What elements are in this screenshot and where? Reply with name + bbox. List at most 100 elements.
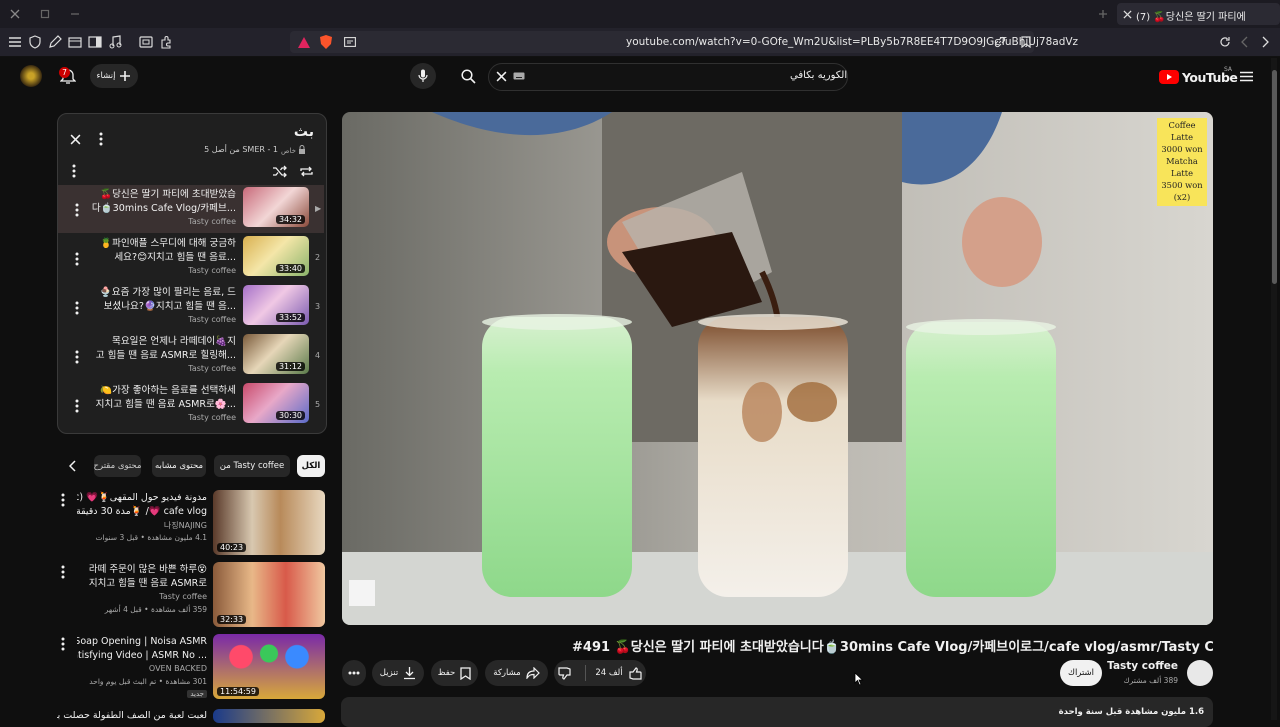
forward-icon[interactable] <box>1258 34 1272 50</box>
item-more-icon[interactable] <box>73 397 81 417</box>
playlist-item-number: 4 <box>315 351 321 360</box>
screenshot-icon[interactable] <box>137 33 155 51</box>
duration-badge: 30:30 <box>275 411 305 420</box>
subscriber-count: 389 ألف مشترك <box>1123 676 1178 685</box>
tab-close-icon[interactable] <box>1121 8 1133 20</box>
download-button[interactable]: تنزيل <box>372 660 424 686</box>
playlist-item-thumbnail[interactable]: 34:32 <box>243 187 309 227</box>
window-close-icon[interactable] <box>8 7 22 21</box>
duration-badge: 33:40 <box>275 264 305 273</box>
related-video[interactable]: Soap Opening | Noisa ASMR |... Satisfyin… <box>57 634 327 704</box>
region-code: SA <box>1224 66 1233 73</box>
playlist-item-channel: Tasty coffee <box>188 315 236 324</box>
video-title: #491 🍒당신은 딸기 파티에 초대받았습니다🍵30mins Cafe Vlo… <box>572 640 1213 655</box>
save-button[interactable]: حفظ <box>431 660 478 686</box>
playlist-item-thumbnail[interactable]: 30:30 <box>243 383 309 423</box>
playlist-item[interactable]: 당신은 딸기 파티에 초대받았습🍒 ...다🍵30mins Cafe Vlog/카… <box>58 185 324 233</box>
related-video-thumbnail[interactable]: 40:23 <box>213 490 325 555</box>
related-video-thumbnail[interactable]: 11:54:59 <box>213 634 325 699</box>
more-actions-button[interactable] <box>342 660 366 686</box>
related-more-icon[interactable] <box>59 491 67 511</box>
item-more-icon[interactable] <box>73 299 81 319</box>
playlist-item-number: 2 <box>315 253 321 262</box>
reload-icon[interactable] <box>1217 34 1233 50</box>
like-icon[interactable] <box>628 666 642 680</box>
link-icon[interactable] <box>992 34 1008 50</box>
duration-badge: 34:32 <box>275 215 305 224</box>
keyboard-icon[interactable] <box>512 71 526 81</box>
related-video-thumbnail[interactable]: 32:33 <box>213 562 325 627</box>
new-tab-icon[interactable] <box>1096 7 1110 21</box>
like-divider <box>585 665 587 681</box>
related-video-meta: 359 ألف مشاهدة • قبل 4 أشهر <box>104 605 207 614</box>
window-maximize-icon[interactable] <box>38 7 52 21</box>
chip-related[interactable]: محتوى مشابه <box>152 455 206 477</box>
chip-from-channel[interactable]: من Tasty coffee <box>214 455 290 477</box>
share-label: مشاركة <box>493 668 521 678</box>
related-video-channel: 나징NAJING <box>163 521 207 530</box>
browser-tab-strip <box>0 0 1280 28</box>
guide-menu-icon[interactable] <box>1238 68 1254 84</box>
tabs-icon[interactable] <box>66 33 84 51</box>
playlist-more-icon[interactable] <box>97 130 105 150</box>
related-more-icon[interactable] <box>59 563 67 583</box>
video-player[interactable] <box>342 112 1213 625</box>
music-icon[interactable] <box>106 33 124 51</box>
window-minimize-icon[interactable] <box>68 7 82 21</box>
sidebar-icon[interactable] <box>86 33 104 51</box>
search-button[interactable] <box>455 64 481 88</box>
loop-icon[interactable] <box>297 163 315 179</box>
related-more-icon[interactable] <box>59 635 67 655</box>
playlist-item[interactable]: 목요일은 언제나 라떼데이🍇지 ...고 힘들 땐 음료 ASMR로 힐링해 Ta… <box>58 332 324 380</box>
related-video[interactable]: لعبت لعبة من الصف الطفولة حصلت بلاستيشن … <box>57 706 327 723</box>
playlist-item-number: 5 <box>315 400 321 409</box>
playlist-item-title: 목요일은 언제나 라떼데이🍇지 ...고 힘들 땐 음료 ASMR로 힐링해 <box>95 336 236 361</box>
playlist-item-title: 요즘 가장 많이 팔리는 음료, 드🍨 ...보셨나요?🔮지치고 힘들 땐 음 <box>99 287 236 312</box>
voice-search-icon[interactable] <box>410 63 436 89</box>
playlist-item[interactable]: 가장 좋아하는 음료를 선택하세🍋 ...🌸지치고 힘들 땐 음료 ASMR로 T… <box>58 381 324 429</box>
playlist-item-thumbnail[interactable]: 33:40 <box>243 236 309 276</box>
item-more-icon[interactable] <box>73 250 81 270</box>
like-count: 24 ألف <box>595 668 623 678</box>
duration-badge: 31:12 <box>275 362 305 371</box>
mouse-cursor <box>854 671 864 686</box>
youtube-logo[interactable]: YouTube <box>1159 68 1238 86</box>
reader-mode-icon[interactable] <box>342 34 358 50</box>
related-video[interactable]: 😵라떼 주문이 많은 바쁜 하루 지치고 힘들 땐 음료 ASMR로 Tasty … <box>57 562 327 632</box>
related-video-meta: 4.1 مليون مشاهدة • قبل 3 سنوات <box>95 533 207 542</box>
menu-icon[interactable] <box>6 33 24 51</box>
chip-suggested[interactable]: محتوى مقترح <box>94 455 141 477</box>
related-video-title: 😵라떼 주문이 많은 바쁜 하루 지치고 힘들 땐 음료 ASMR로 <box>88 564 207 589</box>
avatar[interactable] <box>20 65 42 87</box>
playlist-item-channel: Tasty coffee <box>188 266 236 275</box>
playlist-item[interactable]: 요즘 가장 많이 팔리는 음료, 드🍨 ...보셨나요?🔮지치고 힘들 땐 음 T… <box>58 283 324 331</box>
playlist-options-icon[interactable] <box>70 162 78 182</box>
related-video-thumbnail[interactable] <box>213 709 325 723</box>
share-button[interactable]: مشاركة <box>485 660 548 686</box>
shuffle-icon[interactable] <box>270 163 288 179</box>
channel-avatar[interactable] <box>1187 660 1213 686</box>
close-playlist-icon[interactable] <box>67 131 83 147</box>
brave-shield-icon[interactable] <box>318 33 334 50</box>
playlist-item[interactable]: 파인애플 스무디에 대해 궁금하🍍 ...세요?😊지치고 힘들 땐 음료 Tast… <box>58 234 324 282</box>
subscribe-button[interactable]: اشتراك <box>1060 660 1102 686</box>
chips-scroll-left-icon[interactable] <box>64 457 82 475</box>
page-scrollbar-thumb[interactable] <box>1272 70 1277 284</box>
bookmark-icon[interactable] <box>1018 34 1034 50</box>
dislike-icon[interactable] <box>558 666 572 680</box>
playlist-item-thumbnail[interactable]: 31:12 <box>243 334 309 374</box>
video-frame <box>342 112 1213 625</box>
back-icon[interactable] <box>1238 34 1252 50</box>
playlist-item-thumbnail[interactable]: 33:52 <box>243 285 309 325</box>
vpn-triangle-icon[interactable] <box>296 34 312 50</box>
pen-icon[interactable] <box>46 33 64 51</box>
chip-all[interactable]: الكل <box>297 455 325 477</box>
clear-search-icon[interactable] <box>494 69 508 83</box>
item-more-icon[interactable] <box>73 348 81 368</box>
shield-icon[interactable] <box>26 33 44 51</box>
related-video[interactable]: مدونة فيديو حول المقهى🍹💗 (Arabic)cafe vl… <box>57 490 327 560</box>
create-button[interactable]: إنشاء <box>90 64 138 88</box>
item-more-icon[interactable] <box>73 201 81 221</box>
extensions-icon[interactable] <box>157 33 175 51</box>
channel-name[interactable]: Tasty coffee <box>1107 660 1178 672</box>
